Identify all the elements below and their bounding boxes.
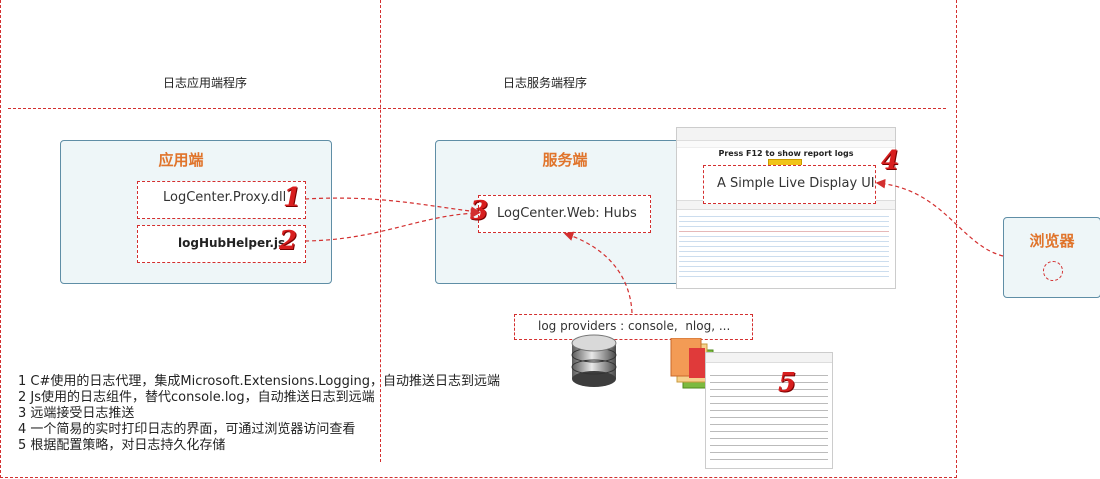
arrow-proxy-to-hubs [304,197,481,216]
notes-list: 1 C#使用的日志代理，集成Microsoft.Extensions.Loggi… [18,374,500,454]
arrow-providers-to-hubs [563,231,633,314]
arrow-helper-to-hubs [304,208,481,242]
arrow-browser-to-display [875,178,1004,257]
note-item: 5 根据配置策略，对日志持久化存储 [18,438,226,453]
note-item: 2 Js使用的日志组件，替代console.log，自动推送日志到远端 [18,390,375,405]
note-item: 4 一个简易的实时打印日志的界面，可通过浏览器访问查看 [18,422,356,437]
note-item: 1 C#使用的日志代理，集成Microsoft.Extensions.Loggi… [18,374,500,389]
note-item: 3 远端接受日志推送 [18,406,135,421]
